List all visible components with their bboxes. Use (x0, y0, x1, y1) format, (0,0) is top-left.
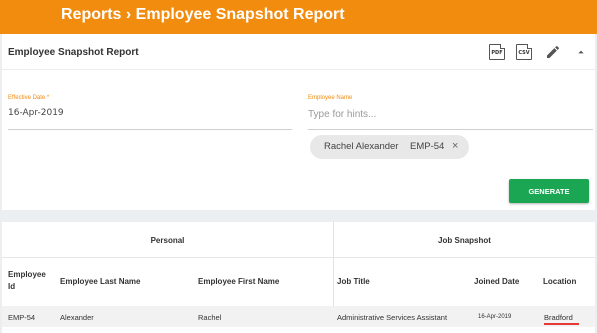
group-personal: Personal (150, 236, 185, 245)
generate-button[interactable]: GENERATE (509, 179, 589, 203)
col-last-name[interactable]: Employee Last Name (60, 276, 140, 288)
employee-name-input[interactable] (308, 106, 588, 122)
cell-employee-id: EMP-54 (8, 313, 36, 322)
pencil-icon[interactable] (545, 44, 561, 60)
col-first-name[interactable]: Employee First Name (198, 276, 279, 288)
selected-employee-chip[interactable]: Rachel Alexander EMP-54 × (310, 135, 469, 159)
chevron-up-icon[interactable] (573, 44, 589, 60)
cell-joined-date: 16-Apr-2019 (478, 314, 512, 320)
col-joined-date[interactable]: Joined Date (474, 276, 519, 288)
csv-icon-label: CSV (518, 50, 530, 56)
pdf-icon[interactable]: PDF (489, 44, 505, 60)
table-row[interactable]: EMP-54 Alexander Rachel Administrative S… (2, 306, 595, 327)
report-card: Employee Snapshot Report PDF CSV Effecti… (2, 34, 595, 210)
group-divider (333, 222, 334, 306)
group-job-snapshot: Job Snapshot (438, 236, 491, 245)
card-title: Employee Snapshot Report (8, 47, 139, 58)
top-bar: Reports › Employee Snapshot Report (0, 0, 597, 34)
card-header: Employee Snapshot Report PDF CSV (2, 34, 595, 70)
chip-employee-name: Rachel Alexander (324, 141, 399, 152)
employee-name-label: Employee Name (308, 95, 353, 101)
close-icon[interactable]: × (452, 139, 458, 153)
col-location[interactable]: Location (543, 276, 576, 288)
page-title: Reports › Employee Snapshot Report (61, 6, 345, 23)
csv-icon[interactable]: CSV (516, 44, 532, 60)
employee-name-underline (308, 129, 593, 130)
report-table: Personal Job Snapshot Employee Id Employ… (2, 222, 595, 333)
col-job-title[interactable]: Job Title (337, 276, 370, 288)
cell-location: Bradford (544, 313, 573, 322)
effective-date-label: Effective Date * (8, 95, 50, 101)
location-highlight-underline (544, 323, 579, 325)
effective-date-underline (8, 129, 292, 130)
pdf-icon-label: PDF (491, 50, 503, 56)
group-header-divider (2, 257, 595, 258)
col-employee-id[interactable]: Employee Id (8, 269, 54, 293)
cell-first-name: Rachel (198, 313, 222, 322)
cell-job-title: Administrative Services Assistant (337, 313, 448, 322)
effective-date-value[interactable]: 16-Apr-2019 (8, 108, 64, 118)
chip-employee-id: EMP-54 (410, 141, 445, 152)
cell-last-name: Alexander (60, 313, 94, 322)
